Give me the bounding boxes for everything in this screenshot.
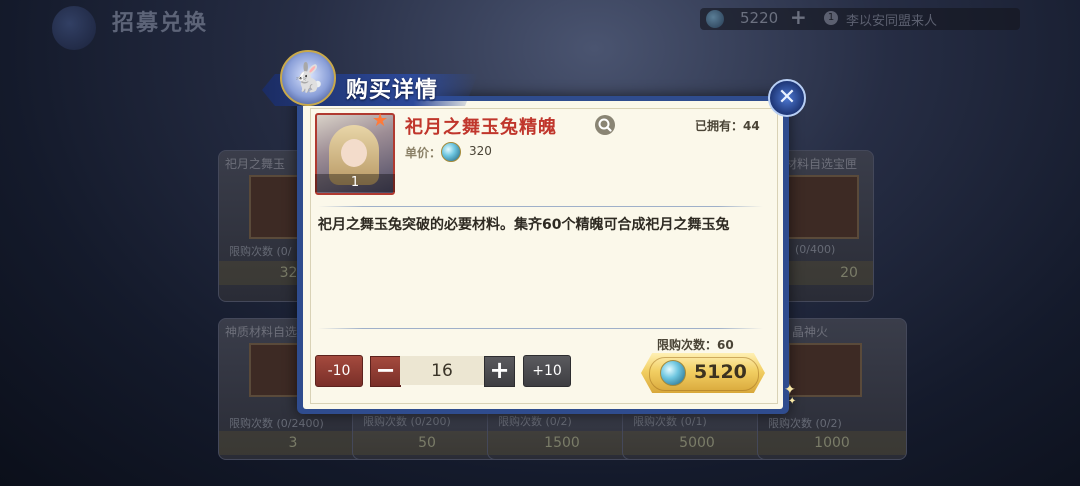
card-price: 5000 xyxy=(679,435,715,451)
notice-text: 李以安同盟来人 xyxy=(846,14,938,29)
card-name: 材料自选宝匣 xyxy=(785,157,858,171)
decrease-10-button[interactable]: -10 xyxy=(315,355,363,387)
currency-orb-icon xyxy=(441,142,461,162)
card-limit: 限购次数 (0/2) xyxy=(768,417,842,430)
star-icon: ★ xyxy=(372,110,389,131)
notice-badge: 1 xyxy=(824,11,838,25)
divider xyxy=(318,328,763,329)
card-limit: 限购次数 (0/200) xyxy=(363,415,451,428)
increase-button[interactable]: + xyxy=(484,356,515,387)
shop-card[interactable]: 限购次数 (0/1) 5000 xyxy=(622,408,772,460)
shop-card[interactable]: 限购次数 (0/2) 1500 xyxy=(487,408,637,460)
page-title: 招募兑换 xyxy=(112,10,209,36)
card-image xyxy=(785,175,859,239)
quantity-input[interactable] xyxy=(400,356,484,385)
card-image xyxy=(788,343,862,397)
currency-orb-icon xyxy=(660,360,686,386)
currency-orb-icon xyxy=(706,10,724,28)
shop-card[interactable]: 限购次数 (0/200) 50 xyxy=(352,408,502,460)
page-emblem-icon xyxy=(52,6,96,50)
card-limit: 限购次数 (0/ xyxy=(229,245,292,258)
increase-10-button[interactable]: +10 xyxy=(523,355,571,387)
item-count: 1 xyxy=(315,174,395,192)
rabbit-emblem-icon: 🐇 xyxy=(280,50,336,106)
close-button[interactable]: ✕ xyxy=(768,79,806,117)
dialog-title: 购买详情 xyxy=(346,77,439,103)
card-limit: 限购次数 (0/2400) xyxy=(229,417,324,430)
card-limit: 限购次数 (0/2) xyxy=(498,415,572,428)
buy-price: 5120 xyxy=(694,361,747,383)
card-price: 1500 xyxy=(544,435,580,451)
card-price: 20 xyxy=(840,265,858,281)
card-limit: 限购次数 (0/1) xyxy=(633,415,707,428)
card-name: 神质材料自选 xyxy=(225,325,298,339)
card-name: 祀月之舞玉 xyxy=(225,157,286,171)
card-name: 晶神火 xyxy=(792,325,829,339)
card-price: 1000 xyxy=(814,435,850,451)
card-limit: (0/400) xyxy=(795,243,836,256)
purchase-limit: 限购次数：60 xyxy=(657,338,734,352)
item-description: 祀月之舞玉兔突破的必要材料。集齐60个精魄可合成祀月之舞玉兔 xyxy=(318,217,730,233)
owned-count: 已拥有：44 xyxy=(695,119,760,133)
add-currency-button[interactable]: + xyxy=(790,5,807,29)
card-price: 3 xyxy=(288,435,298,451)
divider xyxy=(318,206,763,207)
card-price: 50 xyxy=(418,435,436,451)
decrease-button[interactable]: − xyxy=(370,356,401,387)
unit-price-label: 单价： xyxy=(405,146,442,160)
currency-value: 5220 xyxy=(740,9,779,27)
unit-price: 320 xyxy=(469,144,492,158)
search-icon[interactable] xyxy=(595,115,615,135)
item-name: 祀月之舞玉兔精魄 xyxy=(405,117,557,138)
close-icon: ✕ xyxy=(777,85,797,110)
sparkle-icon: ✦ xyxy=(788,396,797,407)
